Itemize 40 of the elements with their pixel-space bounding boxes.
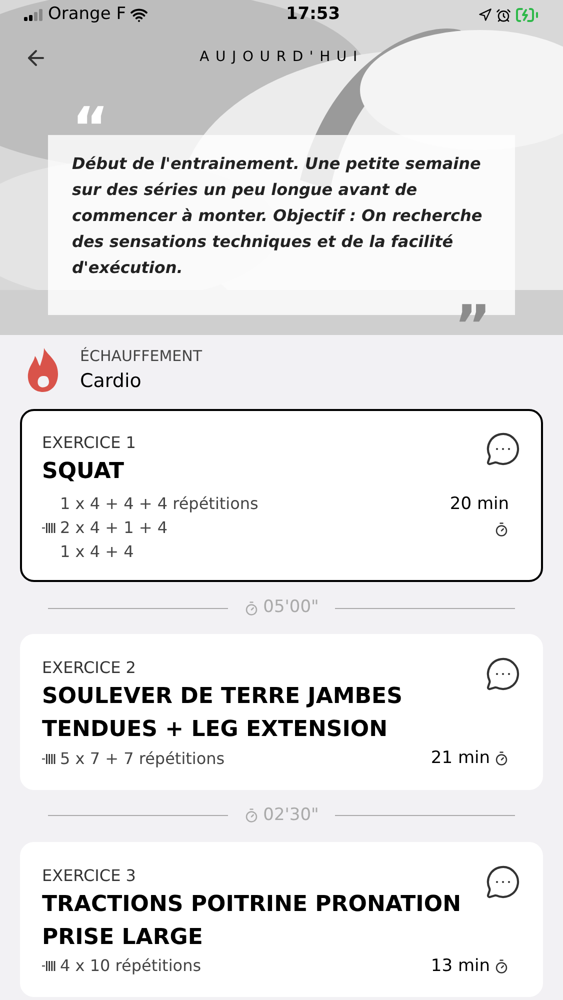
duration-text: 20 min <box>450 493 509 516</box>
sets-text: 2 x 4 + 1 + 4 <box>60 517 169 539</box>
sets-text: 1 x 4 + 4 + 4 répétitions <box>60 493 258 515</box>
exercise-card[interactable]: EXERCICE 1 SQUAT 1 x 4 + 4 + 4 répétitions 2 x 4 + 1 + 4 1 x 4 + 4 20 min <box>20 409 543 582</box>
duration-text: 13 min <box>430 954 490 978</box>
exercise-number: EXERCICE 3 <box>42 864 137 886</box>
duration-text: 21 min <box>430 747 490 770</box>
sets-text: 5 x 7 + 7 répétitions <box>60 748 225 770</box>
carrier-name: Orange F <box>48 3 126 26</box>
comment-icon[interactable] <box>485 864 521 900</box>
sets-text: 4 x 10 répétitions <box>60 955 202 978</box>
section-name: Cardio <box>80 369 142 394</box>
sets-icon <box>42 522 56 534</box>
exercise-card[interactable]: EXERCICE 2 SOULEVER DE TERRE JAMBES TENDUES + LEG EXTENSION 5 x 7 + 7 répétitions 21 min <box>20 634 543 790</box>
exercise-name: SQUAT <box>42 458 126 486</box>
exercise-name: TRACTIONS POITRINE PRONATION PRISE LARGE <box>42 890 462 952</box>
alarm-icon <box>496 8 511 22</box>
section-label: ÉCHAUFFEMENT <box>80 346 202 366</box>
status-time: 17:53 <box>286 3 340 26</box>
signal-icon <box>24 9 44 21</box>
location-icon <box>478 8 492 22</box>
sets-icon <box>42 752 56 765</box>
page-title: AUJOURD'HUI <box>200 48 364 67</box>
sets-icon <box>42 960 56 972</box>
comment-icon[interactable] <box>485 431 521 467</box>
wifi-icon <box>130 6 148 24</box>
exercise-number: EXERCICE 1 <box>42 432 136 454</box>
exercise-card[interactable]: EXERCICE 3 TRACTIONS POITRINE PRONATION PRISE LARGE 4 x 10 répétitions 13 min <box>20 842 543 997</box>
comment-icon[interactable] <box>485 656 521 692</box>
timer-icon <box>494 522 509 536</box>
rest-time: 02'30" <box>263 804 319 827</box>
timer-icon <box>494 958 509 974</box>
rest-time: 05'00" <box>263 596 319 620</box>
exercise-name: SOULEVER DE TERRE JAMBES TENDUES + LEG EXTENSION <box>42 683 404 744</box>
timer-icon <box>244 808 260 823</box>
timer-icon <box>494 751 509 766</box>
exercise-number: EXERCICE 2 <box>42 657 137 679</box>
sets-text: 1 x 4 + 4 <box>60 541 135 563</box>
close-quote: ” <box>454 299 491 355</box>
timer-icon <box>244 600 260 616</box>
